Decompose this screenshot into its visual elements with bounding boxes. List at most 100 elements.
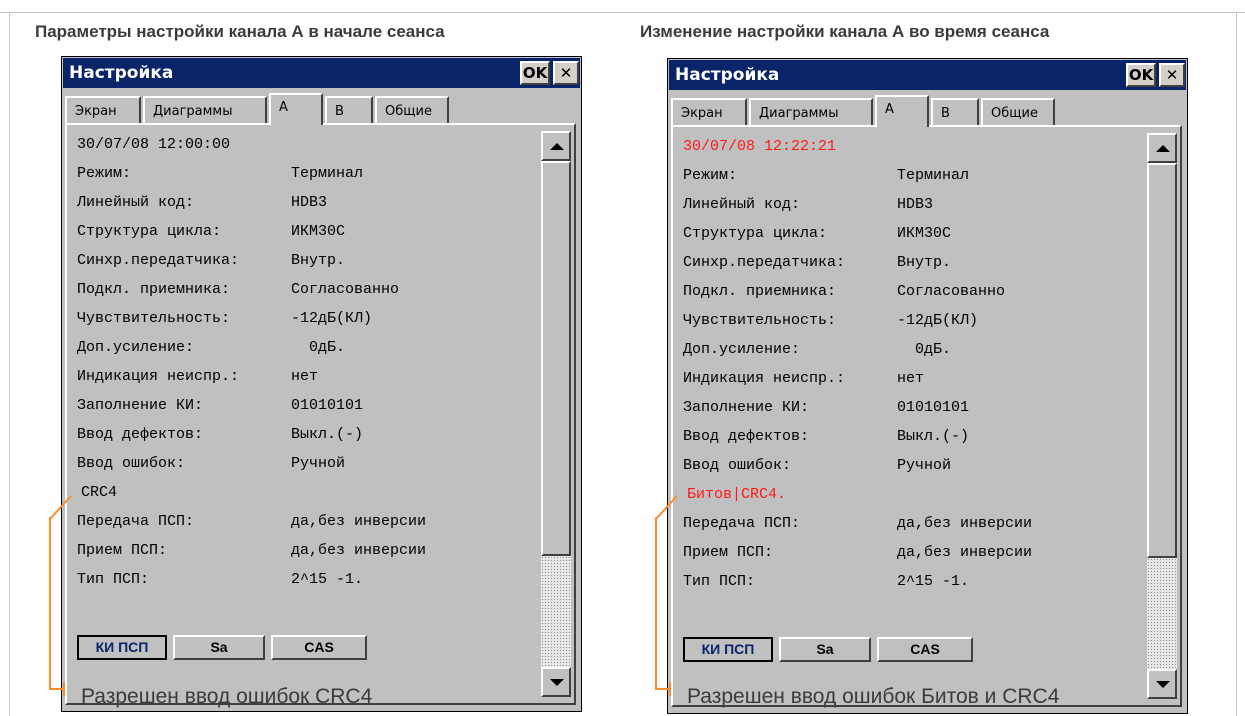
param-label: Прием ПСП: bbox=[77, 542, 168, 559]
param-value: 2^15 -1. bbox=[897, 573, 970, 590]
scroll-thumb[interactable] bbox=[541, 161, 571, 556]
frame-left-line bbox=[9, 12, 10, 716]
param-value: нет bbox=[291, 368, 319, 385]
cas-button[interactable]: CAS bbox=[271, 635, 367, 660]
param-label: Тип ПСП: bbox=[683, 573, 756, 590]
param-value: ИКМ30С bbox=[291, 223, 346, 240]
titlebar: Настройка OK ✕ bbox=[669, 60, 1186, 90]
scroll-thumb[interactable] bbox=[1147, 163, 1177, 558]
bracket-diagonal bbox=[655, 495, 678, 520]
param-value: Ручной bbox=[897, 457, 952, 474]
param-value: HDB3 bbox=[897, 196, 934, 213]
ki-psp-button[interactable]: КИ ПСП bbox=[76, 634, 168, 661]
param-value: Терминал bbox=[291, 165, 364, 182]
param-label: Индикация неиспр.: bbox=[77, 368, 240, 385]
scroll-down-button[interactable] bbox=[541, 667, 571, 697]
tab-screen[interactable]: Экран bbox=[671, 98, 747, 125]
cas-button[interactable]: CAS bbox=[877, 637, 973, 662]
param-label: Доп.усиление: bbox=[77, 339, 195, 356]
param-label: Синхр.передатчика: bbox=[683, 254, 846, 271]
param-value: 01010101 bbox=[897, 399, 970, 416]
param-value: да,без инверсии bbox=[291, 513, 427, 530]
ki-psp-button[interactable]: КИ ПСП bbox=[682, 636, 774, 663]
annotation-bracket bbox=[655, 517, 657, 689]
param-row: Индикация неиспр.: нет bbox=[683, 370, 924, 387]
param-label: Ввод дефектов: bbox=[77, 426, 204, 443]
tab-diagrams[interactable]: Диаграммы bbox=[143, 96, 267, 123]
param-value: 0дБ. bbox=[291, 339, 346, 356]
param-row: Ввод дефектов: Выкл.(-) bbox=[77, 426, 363, 443]
bracket-diagonal bbox=[49, 495, 72, 520]
arrow-down-icon bbox=[1156, 681, 1170, 688]
left-heading: Параметры настройки канала А в начале се… bbox=[35, 22, 445, 41]
param-value: Согласованно bbox=[897, 283, 1006, 300]
settings-panel: 30/07/08 12:22:21 Режим: Терминал Линейны… bbox=[671, 125, 1182, 707]
param-label: Тип ПСП: bbox=[77, 571, 150, 588]
scroll-track[interactable] bbox=[541, 556, 571, 667]
tab-diagrams[interactable]: Диаграммы bbox=[749, 98, 873, 125]
arrow-up-icon bbox=[550, 143, 564, 150]
param-row: Заполнение КИ: 01010101 bbox=[683, 399, 969, 416]
tab-common[interactable]: Общие bbox=[981, 98, 1055, 125]
param-value: да,без инверсии bbox=[897, 515, 1033, 532]
param-row: Структура цикла: ИКМ30С bbox=[77, 223, 345, 240]
scroll-down-button[interactable] bbox=[1147, 669, 1177, 699]
param-value: Выкл.(-) bbox=[897, 428, 970, 445]
titlebar: Настройка OK ✕ bbox=[63, 58, 580, 88]
param-row: Чувствительность: -12дБ(КЛ) bbox=[683, 312, 978, 329]
param-label: Чувствительность: bbox=[683, 312, 837, 329]
param-row: Заполнение КИ: 01010101 bbox=[77, 397, 363, 414]
param-value: ИКМ30С bbox=[897, 225, 952, 242]
param-label: Передача ПСП: bbox=[683, 515, 801, 532]
param-value: Внутр. bbox=[291, 252, 346, 269]
param-value: Терминал bbox=[897, 167, 970, 184]
param-row: Линейный код: HDB3 bbox=[683, 196, 933, 213]
scroll-track[interactable] bbox=[1147, 558, 1177, 669]
param-value: Согласованно bbox=[291, 281, 400, 298]
param-row: Чувствительность: -12дБ(КЛ) bbox=[77, 310, 372, 327]
param-row: Режим: Терминал bbox=[77, 165, 363, 182]
param-value: Ручной bbox=[291, 455, 346, 472]
tab-a[interactable]: A bbox=[875, 95, 929, 127]
param-label: Ввод дефектов: bbox=[683, 428, 810, 445]
param-row: Режим: Терминал bbox=[683, 167, 969, 184]
error-mode[interactable]: CRC4 bbox=[81, 484, 117, 501]
param-row: Передача ПСП: да,без инверсии bbox=[77, 513, 426, 530]
close-button[interactable]: ✕ bbox=[553, 61, 579, 85]
error-mode[interactable]: Битов|CRC4. bbox=[687, 486, 786, 503]
tab-screen[interactable]: Экран bbox=[65, 96, 141, 123]
arrow-down-icon bbox=[550, 679, 564, 686]
param-value: 01010101 bbox=[291, 397, 364, 414]
tab-a[interactable]: A bbox=[269, 93, 323, 125]
ok-button[interactable]: OK bbox=[520, 61, 550, 85]
param-value: 0дБ. bbox=[897, 341, 952, 358]
vertical-scrollbar[interactable] bbox=[1147, 133, 1177, 699]
tab-common[interactable]: Общие bbox=[375, 96, 449, 123]
scroll-up-button[interactable] bbox=[541, 131, 571, 161]
settings-panel: 30/07/08 12:00:00 Режим: Терминал Линейны… bbox=[65, 123, 576, 705]
bracket-bottom bbox=[655, 688, 669, 690]
ok-button[interactable]: OK bbox=[1126, 63, 1156, 87]
param-value: да,без инверсии bbox=[291, 542, 427, 559]
left-caption: Разрешен ввод ошибок CRC4 bbox=[81, 685, 373, 708]
frame-top-line bbox=[0, 12, 1245, 13]
param-row: Доп.усиление: 0дБ. bbox=[683, 341, 951, 358]
param-label: Структура цикла: bbox=[77, 223, 222, 240]
tab-b[interactable]: B bbox=[325, 96, 373, 123]
scroll-up-button[interactable] bbox=[1147, 133, 1177, 163]
sa-button[interactable]: Sa bbox=[779, 637, 871, 662]
param-label: Передача ПСП: bbox=[77, 513, 195, 530]
param-value: нет bbox=[897, 370, 925, 387]
close-button[interactable]: ✕ bbox=[1159, 63, 1185, 87]
param-value: HDB3 bbox=[291, 194, 328, 211]
vertical-scrollbar[interactable] bbox=[541, 131, 571, 697]
sa-button[interactable]: Sa bbox=[173, 635, 265, 660]
param-row: Синхр.передатчика: Внутр. bbox=[683, 254, 951, 271]
tab-b[interactable]: B bbox=[931, 98, 979, 125]
param-label: Подкл. приемника: bbox=[683, 283, 837, 300]
param-label: Доп.усиление: bbox=[683, 341, 801, 358]
param-label: Чувствительность: bbox=[77, 310, 231, 327]
timestamp: 30/07/08 12:22:21 bbox=[683, 138, 837, 155]
timestamp: 30/07/08 12:00:00 bbox=[77, 136, 231, 153]
right-heading: Изменение настройки канала А во время се… bbox=[640, 22, 1050, 41]
